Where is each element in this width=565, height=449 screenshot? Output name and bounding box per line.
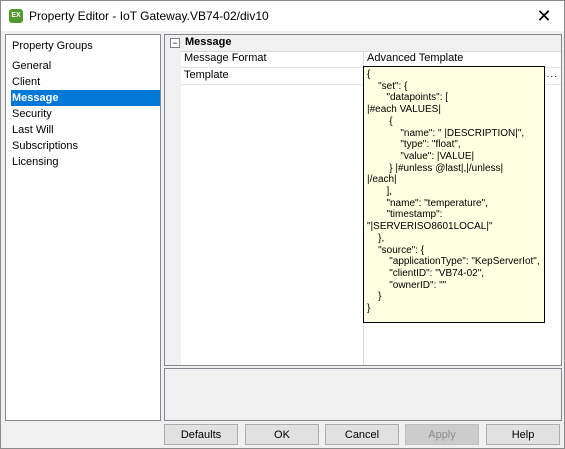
- category-row-message[interactable]: − Message: [165, 35, 561, 52]
- group-item-subscriptions[interactable]: Subscriptions: [11, 138, 160, 154]
- description-panel: [164, 368, 562, 421]
- grid-gutter: [165, 51, 181, 365]
- group-item-client[interactable]: Client: [11, 74, 160, 90]
- ok-button[interactable]: OK: [245, 424, 319, 445]
- group-item-general[interactable]: General: [11, 58, 160, 74]
- group-item-message[interactable]: Message: [11, 90, 160, 106]
- template-text[interactable]: { "set": { "datapoints": [ |#each VALUES…: [367, 69, 542, 315]
- template-editor-popup[interactable]: { "set": { "datapoints": [ |#each VALUES…: [363, 66, 545, 323]
- cancel-button[interactable]: Cancel: [325, 424, 399, 445]
- group-item-last-will[interactable]: Last Will: [11, 122, 160, 138]
- apply-button[interactable]: Apply: [405, 424, 479, 445]
- property-groups-header: Property Groups: [12, 40, 93, 52]
- property-value-message-format[interactable]: Advanced Template: [367, 52, 463, 64]
- property-groups-tree[interactable]: Property Groups General Client Message S…: [5, 34, 161, 421]
- property-groups-list: General Client Message Security Last Wil…: [11, 58, 160, 170]
- template-edit-button[interactable]: ...: [547, 69, 558, 80]
- property-editor-dialog: EX Property Editor - IoT Gateway.VB74-02…: [0, 0, 565, 449]
- property-name: Template: [184, 69, 229, 81]
- group-item-security[interactable]: Security: [11, 106, 160, 122]
- property-name: Message Format: [184, 52, 267, 64]
- kepserver-app-icon: EX: [9, 9, 23, 23]
- category-label: Message: [185, 36, 232, 48]
- title-bar[interactable]: EX Property Editor - IoT Gateway.VB74-02…: [1, 1, 564, 31]
- collapse-icon[interactable]: −: [170, 38, 180, 48]
- close-button[interactable]: ✕: [524, 1, 564, 31]
- help-button[interactable]: Help: [486, 424, 560, 445]
- group-item-licensing[interactable]: Licensing: [11, 154, 160, 170]
- defaults-button[interactable]: Defaults: [164, 424, 238, 445]
- window-title: Property Editor - IoT Gateway.VB74-02/di…: [29, 9, 269, 23]
